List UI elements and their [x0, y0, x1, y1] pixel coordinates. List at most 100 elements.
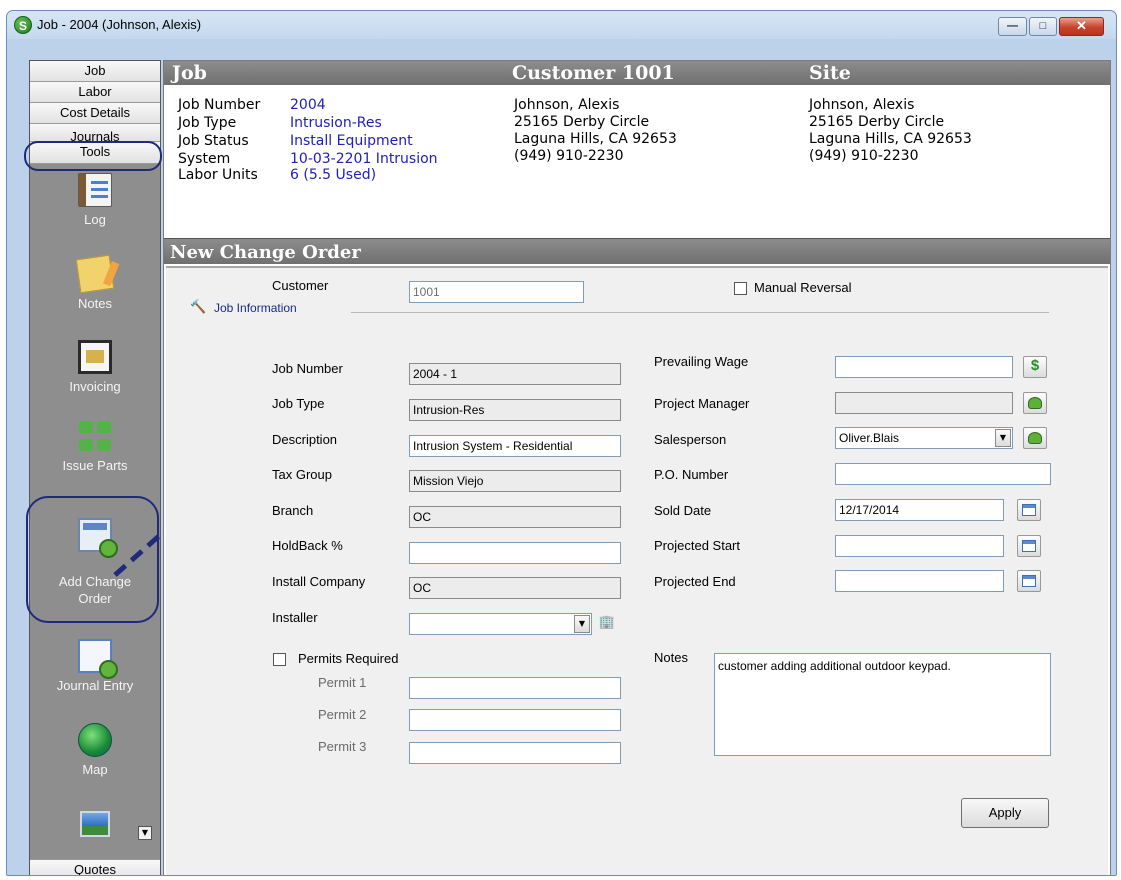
maximize-button[interactable]: □ — [1029, 17, 1057, 36]
notes-label: Notes — [654, 650, 688, 665]
job-number-field[interactable]: 2004 - 1 — [409, 363, 621, 385]
job-information-link[interactable]: Job Information — [214, 301, 297, 315]
change-order-highlight-oval — [26, 496, 159, 623]
invoice-icon — [78, 340, 112, 374]
project-manager-field[interactable] — [835, 392, 1013, 414]
site-city: Laguna Hills, CA 92653 — [809, 131, 972, 147]
permit-1-field[interactable] — [409, 677, 621, 699]
change-order-form: Customer 1001 Manual Reversal 🔨 Job Info… — [166, 266, 1108, 875]
installer-lookup-icon[interactable]: 🏢 — [595, 613, 619, 635]
installer-dropdown-icon[interactable]: ▼ — [574, 615, 590, 633]
po-number-label: P.O. Number — [654, 467, 729, 482]
labor-units-label: Labor Units — [178, 167, 258, 183]
tool-log-label: Log — [84, 212, 106, 227]
tool-invoicing[interactable]: Invoicing — [30, 340, 160, 395]
site-section-title: Site — [809, 62, 851, 84]
projected-end-label: Projected End — [654, 574, 736, 589]
description-label: Description — [272, 432, 338, 447]
permit-3-label: Permit 3 — [318, 739, 367, 754]
labor-units-link[interactable]: 6 (5.5 Used) — [290, 167, 376, 184]
install-company-field[interactable]: OC — [409, 577, 621, 599]
sold-date-field[interactable]: 12/17/2014 — [835, 499, 1004, 521]
close-button[interactable]: ✕ — [1059, 17, 1104, 36]
app-icon: S — [14, 16, 32, 34]
permits-required-label: Permits Required — [298, 651, 399, 666]
job-section-title: Job — [172, 62, 207, 84]
branch-field[interactable]: OC — [409, 506, 621, 528]
branch-label: Branch — [272, 503, 314, 518]
title-bar[interactable]: S Job - 2004 (Johnson, Alexis) — □ ✕ — [7, 11, 1116, 41]
dollar-icon[interactable]: $ — [1023, 356, 1047, 378]
hammer-icon: 🔨 — [190, 299, 207, 314]
notes-textarea[interactable]: customer adding additional outdoor keypa… — [714, 653, 1051, 756]
nav-tab-job[interactable]: Job — [30, 61, 160, 82]
job-status-link[interactable]: Install Equipment — [290, 133, 413, 150]
description-field[interactable]: Intrusion System - Residential — [409, 435, 621, 457]
job-window: S Job - 2004 (Johnson, Alexis) — □ ✕ Job… — [6, 10, 1117, 876]
projected-end-calendar-icon[interactable] — [1017, 570, 1041, 592]
minimize-button[interactable]: — — [998, 17, 1027, 36]
nav-tab-cost-details[interactable]: Cost Details — [30, 103, 160, 124]
window-title: Job - 2004 (Johnson, Alexis) — [37, 17, 202, 32]
job-type-field[interactable]: Intrusion-Res — [409, 399, 621, 421]
job-number-label: Job Number — [272, 361, 343, 376]
tool-issue-parts-label: Issue Parts — [62, 458, 128, 473]
projected-end-field[interactable] — [835, 570, 1004, 592]
customer-field[interactable]: 1001 — [409, 281, 584, 303]
projected-start-label: Projected Start — [654, 538, 740, 553]
change-order-title: New Change Order — [164, 238, 1110, 264]
permit-2-label: Permit 2 — [318, 707, 367, 722]
tax-group-label: Tax Group — [272, 467, 332, 482]
tool-map-label: Map — [82, 762, 108, 777]
customer-street: 25165 Derby Circle — [514, 114, 650, 130]
nav-tab-journals[interactable]: Journals — [30, 124, 160, 142]
manual-reversal-checkbox[interactable] — [734, 282, 747, 295]
log-book-icon — [78, 173, 112, 207]
tool-notes[interactable]: Notes — [30, 254, 160, 312]
projected-start-field[interactable] — [835, 535, 1004, 557]
po-number-field[interactable] — [835, 463, 1051, 485]
customer-name: Johnson, Alexis — [514, 97, 620, 113]
salesperson-dropdown-icon[interactable]: ▼ — [995, 429, 1011, 447]
holdback-field[interactable] — [409, 542, 621, 564]
job-type-label: Job Type — [178, 115, 237, 131]
sidebar: Job Labor Cost Details Journals Tools Lo… — [29, 60, 161, 875]
nav-tab-labor[interactable]: Labor — [30, 82, 160, 103]
prevailing-wage-label: Prevailing Wage — [654, 354, 749, 369]
customer-city: Laguna Hills, CA 92653 — [514, 131, 677, 147]
permit-1-label: Permit 1 — [318, 675, 367, 690]
tool-journal-entry[interactable]: Journal Entry — [30, 639, 160, 694]
permit-3-field[interactable] — [409, 742, 621, 764]
tool-log[interactable]: Log — [30, 173, 160, 228]
salesperson-lookup-icon[interactable] — [1023, 427, 1047, 449]
system-label: System — [178, 151, 231, 167]
salesperson-label: Salesperson — [654, 432, 727, 447]
nav-tab-quotes[interactable]: Quotes — [30, 859, 160, 875]
person-lookup-icon[interactable] — [1023, 392, 1047, 414]
sidebar-scroll-down-icon[interactable]: ▼ — [138, 826, 152, 840]
job-number-link[interactable]: 2004 — [290, 97, 326, 114]
permit-2-field[interactable] — [409, 709, 621, 731]
parts-blocks-icon — [75, 421, 115, 453]
site-phone: (949) 910-2230 — [809, 148, 919, 164]
job-info: Job Number Job Type Job Status System La… — [178, 97, 508, 187]
permits-required-checkbox[interactable] — [273, 653, 286, 666]
salesperson-select[interactable]: Oliver.Blais — [835, 427, 1013, 449]
tool-map[interactable]: Map — [30, 723, 160, 778]
customer-phone: (949) 910-2230 — [514, 148, 624, 164]
sold-date-calendar-icon[interactable] — [1017, 499, 1041, 521]
prevailing-wage-field[interactable] — [835, 356, 1013, 378]
apply-button[interactable]: Apply — [961, 798, 1049, 828]
main-panel: Job Customer 1001 Site Job Number Job Ty… — [163, 60, 1111, 875]
site-address: Johnson, Alexis 25165 Derby Circle Lagun… — [809, 97, 972, 165]
tools-highlight-oval — [24, 141, 162, 171]
holdback-label: HoldBack % — [272, 538, 343, 553]
tool-invoicing-label: Invoicing — [69, 379, 121, 394]
job-type-link[interactable]: Intrusion-Res — [290, 115, 382, 132]
installer-select[interactable] — [409, 613, 592, 635]
tax-group-field[interactable]: Mission Viejo — [409, 470, 621, 492]
installer-label: Installer — [272, 610, 318, 625]
system-link[interactable]: 10-03-2201 Intrusion — [290, 151, 438, 168]
projected-start-calendar-icon[interactable] — [1017, 535, 1041, 557]
tool-issue-parts[interactable]: Issue Parts — [30, 421, 160, 474]
